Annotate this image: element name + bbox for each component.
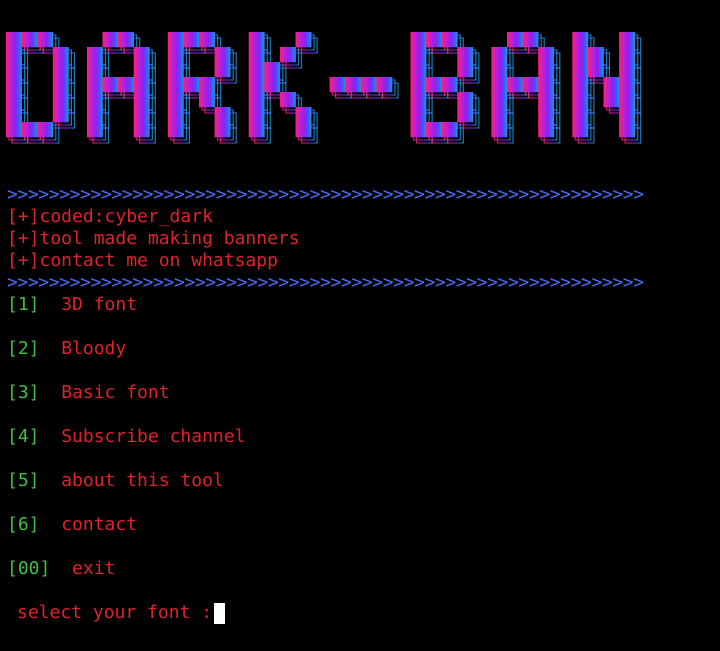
menu-item-exit: [00] exit — [7, 558, 713, 580]
arrow-divider-bottom: >>>>>>>>>>>>>>>>>>>>>>>>>>>>>>>>>>>>>>>>… — [7, 272, 644, 293]
menu-item-subscribe-channel: [4] Subscribe channel — [7, 426, 713, 448]
menu-label: exit — [72, 558, 116, 579]
menu-item-about-tool: [5] about this tool — [7, 470, 713, 492]
menu-label: Basic font — [61, 382, 170, 403]
menu-number: [00] — [7, 558, 51, 579]
banner-letter — [6, 32, 69, 138]
menu-number: [4] — [7, 426, 40, 447]
menu-number: [2] — [7, 338, 40, 359]
menu-item-3d-font: [1] 3D font — [7, 294, 713, 316]
dark-ban-banner — [6, 32, 642, 144]
menu-number: [1] — [7, 294, 40, 315]
banner-letter — [86, 32, 150, 138]
banner-letter — [329, 77, 393, 93]
info-tool-purpose: [+]tool made making banners — [7, 228, 300, 249]
menu-number: [5] — [7, 470, 40, 491]
terminal-cursor[interactable] — [214, 602, 226, 624]
menu-label: contact — [61, 514, 138, 535]
menu-number: [6] — [7, 514, 40, 535]
arrow-divider-top: >>>>>>>>>>>>>>>>>>>>>>>>>>>>>>>>>>>>>>>>… — [7, 184, 644, 205]
banner-letter — [572, 32, 635, 138]
menu-item-basic-font: [3] Basic font — [7, 382, 713, 404]
menu-item-contact: [6] contact — [7, 514, 713, 536]
info-coded-by: [+]coded:cyber_dark — [7, 206, 213, 227]
menu-label: 3D font — [61, 294, 138, 315]
menu-number: [3] — [7, 382, 40, 403]
input-prompt[interactable]: select your font : — [7, 602, 713, 624]
menu-label: about this tool — [61, 470, 224, 491]
banner-letter — [491, 32, 555, 138]
menu-item-bloody: [2] Bloody — [7, 338, 713, 360]
menu-label: Bloody — [61, 338, 127, 359]
menu-list: [1] 3D font [2] Bloody [3] Basic font [4… — [7, 294, 713, 580]
info-contact: [+]contact me on whatsapp — [7, 250, 278, 271]
menu-label: Subscribe channel — [61, 426, 246, 447]
prompt-text: select your font : — [17, 602, 213, 623]
terminal-output: >>>>>>>>>>>>>>>>>>>>>>>>>>>>>>>>>>>>>>>>… — [7, 184, 713, 624]
